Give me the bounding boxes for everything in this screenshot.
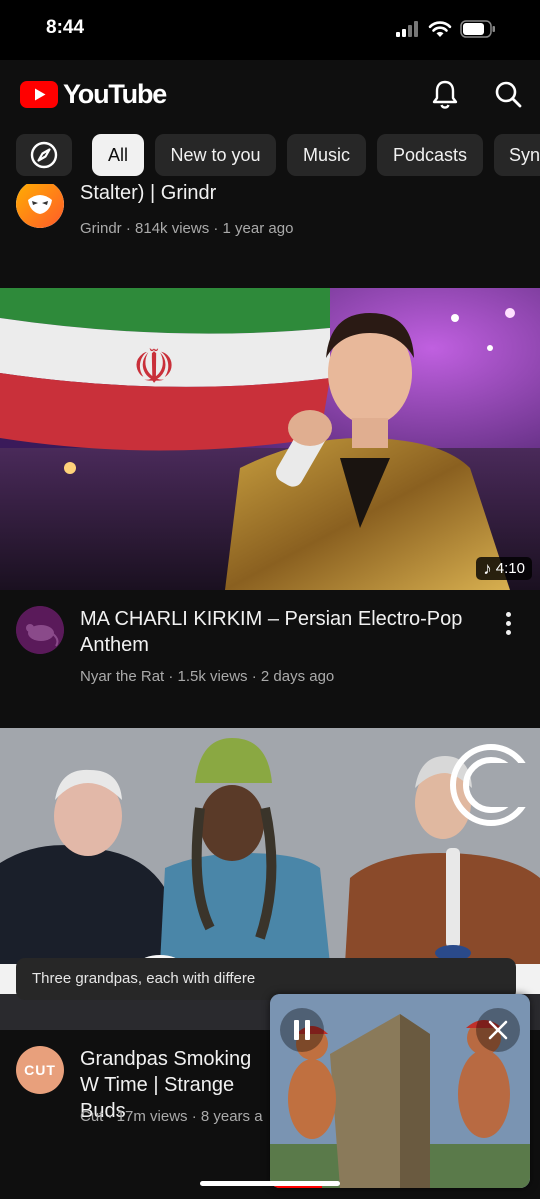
thumbnail-image: ☫: [0, 288, 540, 590]
close-icon: [488, 1020, 508, 1040]
video-meta: Nyar the Rat · 1.5k views · 2 days ago: [80, 668, 335, 685]
home-indicator: [200, 1181, 340, 1186]
chip-all[interactable]: All: [92, 134, 144, 176]
pause-button[interactable]: [280, 1008, 324, 1052]
chip-synt[interactable]: Synt: [494, 134, 540, 176]
signal-icon: [396, 21, 418, 37]
video-title: MA CHARLI KIRKIM – Persian Electro-Pop A…: [80, 608, 463, 656]
brand-name: YouTube: [63, 79, 167, 109]
grindr-logo-icon: [16, 184, 64, 228]
status-time: 8:44: [46, 17, 85, 38]
search-button[interactable]: [488, 74, 528, 114]
more-options-button[interactable]: [498, 184, 518, 190]
video-card[interactable]: Stalter) | Grindr Grindr · 814k views · …: [0, 184, 540, 258]
video-card[interactable]: MA CHARLI KIRKIM – Persian Electro-Pop A…: [0, 590, 540, 720]
video-meta: Grindr · 814k views · 1 year ago: [80, 220, 294, 237]
status-icons: [396, 20, 496, 38]
youtube-logo[interactable]: YouTube: [20, 79, 167, 110]
search-icon: [495, 81, 522, 108]
battery-icon: [460, 20, 495, 38]
channel-avatar[interactable]: [16, 606, 64, 654]
more-options-button[interactable]: [498, 608, 518, 638]
chip-music[interactable]: Music: [287, 134, 366, 176]
video-meta: Cut · 17m views · 8 years a: [80, 1108, 263, 1125]
miniplayer[interactable]: [270, 994, 530, 1188]
bell-icon: [432, 80, 458, 109]
rat-avatar-icon: [16, 606, 64, 654]
duration-text: 4:10: [495, 560, 525, 577]
compass-icon: [30, 141, 58, 169]
chip-podcasts[interactable]: Podcasts: [377, 134, 483, 176]
pause-icon: [294, 1020, 310, 1040]
channel-avatar[interactable]: CUT: [16, 1046, 64, 1094]
video-title: Stalter) | Grindr: [80, 184, 217, 204]
channel-avatar-text: CUT: [24, 1062, 56, 1078]
music-note-icon: ♪: [483, 559, 492, 578]
status-bar: 8:44: [0, 0, 540, 60]
close-miniplayer-button[interactable]: [476, 1008, 520, 1052]
svg-text:☫: ☫: [132, 339, 175, 395]
wifi-icon: [428, 20, 452, 37]
app-header: YouTube: [0, 60, 540, 128]
notifications-button[interactable]: [425, 74, 465, 114]
explore-button[interactable]: [16, 134, 72, 176]
channel-avatar[interactable]: [16, 184, 64, 228]
chip-new-to-you[interactable]: New to you: [155, 134, 276, 176]
video-thumbnail[interactable]: ☫ ♪ 4:10: [0, 288, 540, 590]
filter-chips: All New to you Music Podcasts Synt: [0, 128, 540, 184]
duration-badge: ♪ 4:10: [476, 557, 532, 580]
youtube-play-icon: [20, 81, 58, 108]
